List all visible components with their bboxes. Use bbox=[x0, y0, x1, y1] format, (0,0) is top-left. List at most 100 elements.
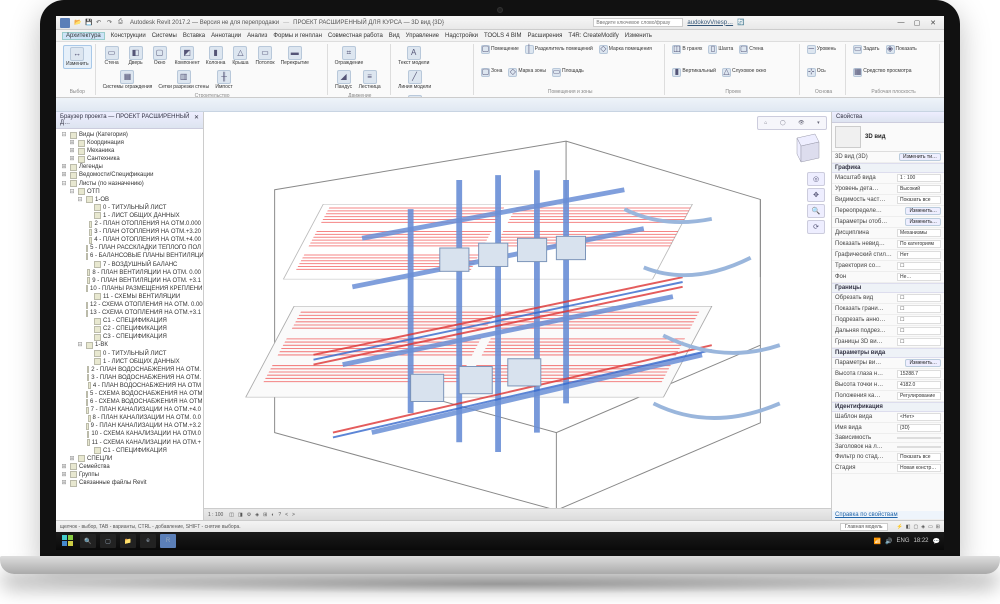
properties-section-header[interactable]: Идентификация bbox=[832, 402, 944, 412]
ribbon-button[interactable]: ↔Изменить bbox=[63, 45, 92, 69]
property-value[interactable]: Регулирование bbox=[897, 392, 941, 400]
ribbon-button[interactable]: ▬Перекрытие bbox=[279, 45, 311, 67]
ribbon-button[interactable]: ▢Окно bbox=[149, 45, 171, 67]
view-control-icon[interactable]: ? bbox=[278, 512, 281, 518]
property-value[interactable]: ☐ bbox=[897, 262, 941, 270]
property-value[interactable]: ☐ bbox=[897, 338, 941, 346]
tree-toggle-icon[interactable]: ⊞ bbox=[68, 155, 76, 163]
ribbon-button[interactable]: ◇Марка помещения bbox=[597, 45, 654, 54]
taskbar-search-icon[interactable]: 🔍 bbox=[80, 534, 96, 548]
ribbon-button[interactable]: ▭Площадь bbox=[550, 68, 586, 77]
tree-node[interactable]: 5 - СХЕМА ВОДОСНАБЖЕНИЯ НА ОТМ bbox=[60, 390, 201, 398]
qat-redo-icon[interactable]: ↷ bbox=[107, 19, 115, 27]
tree-toggle-icon[interactable]: ⊞ bbox=[60, 479, 68, 487]
tree-node[interactable]: ⊞Легенды bbox=[60, 163, 201, 171]
ribbon-button[interactable]: ◩Компонент bbox=[173, 45, 202, 67]
property-value[interactable]: Показать все bbox=[897, 453, 941, 461]
tree-node[interactable]: 6 - БАЛАНСОВЫЕ ПЛАНЫ ВЕНТИЛЯЦИ bbox=[60, 252, 201, 260]
selection-filter-icon[interactable]: ▢ bbox=[913, 524, 918, 530]
ribbon-button[interactable]: ─Уровень bbox=[805, 45, 838, 54]
property-value[interactable]: ☐ bbox=[897, 327, 941, 335]
view-control-icon[interactable]: ⊞ bbox=[263, 512, 267, 518]
ribbon-tab[interactable]: Системы bbox=[152, 33, 177, 39]
tree-node[interactable]: 3 - ПЛАН ВОДОСНАБЖЕНИЯ НА ОТМ. bbox=[60, 374, 201, 382]
ribbon-tab[interactable]: Изменить bbox=[625, 33, 652, 39]
tree-node[interactable]: ⊞Группы bbox=[60, 471, 201, 479]
ribbon-button[interactable]: ⌗Ограждение bbox=[333, 45, 366, 67]
tree-node[interactable]: 7 - ПЛАН КАНАЛИЗАЦИИ НА ОТМ.+4.0 bbox=[60, 406, 201, 414]
selection-filter-icon[interactable]: ▭ bbox=[928, 524, 933, 530]
tree-toggle-icon[interactable]: ⊟ bbox=[76, 196, 84, 204]
properties-type-selector[interactable]: 3D вид bbox=[832, 123, 944, 152]
tree-node[interactable]: ⊞Связанные файлы Revit bbox=[60, 479, 201, 487]
ribbon-tab[interactable]: T4R: CreateModify bbox=[568, 33, 618, 39]
quick-access-toolbar[interactable]: 📂 💾 ↶ ↷ ⎙ bbox=[74, 19, 126, 27]
ribbon-button[interactable]: ◧Дверь bbox=[125, 45, 147, 67]
workset-label[interactable]: Главная модель bbox=[840, 523, 888, 531]
ribbon-button[interactable]: ▭Задать bbox=[851, 45, 881, 54]
tree-node[interactable]: 4 - ПЛАН ВОДОСНАБЖЕНИЯ НА ОТМ bbox=[60, 382, 201, 390]
ribbon-tab[interactable]: Конструкции bbox=[111, 33, 146, 39]
tree-node[interactable]: ⊞Сантехника bbox=[60, 155, 201, 163]
ribbon-button[interactable]: ▮Вертикальный bbox=[670, 68, 718, 77]
tree-toggle-icon[interactable]: ⊟ bbox=[60, 131, 68, 139]
ribbon-button[interactable]: ◇Марка зоны bbox=[506, 68, 548, 77]
tray-lang[interactable]: ENG bbox=[896, 538, 909, 544]
ribbon-button[interactable]: ▦Системы ограждения bbox=[101, 69, 155, 91]
tree-toggle-icon[interactable]: ⊞ bbox=[68, 455, 76, 463]
ribbon-button[interactable]: ▮Колонна bbox=[204, 45, 228, 67]
view-control-icon[interactable]: ◐ bbox=[271, 512, 274, 518]
app-icon[interactable] bbox=[60, 18, 70, 28]
selection-filter-icon[interactable]: ◈ bbox=[921, 524, 925, 530]
tree-node[interactable]: ⊟1-ОВ bbox=[60, 196, 201, 204]
ribbon-button[interactable]: ▭Стена bbox=[101, 45, 123, 67]
ribbon-button[interactable]: ▢Зона bbox=[479, 68, 504, 77]
property-value[interactable]: Новая констр… bbox=[897, 464, 941, 472]
properties-help-link[interactable]: Справка по свойствам bbox=[835, 512, 898, 518]
properties-section-header[interactable]: Параметры вида bbox=[832, 348, 944, 358]
tree-toggle-icon[interactable]: ⊞ bbox=[60, 471, 68, 479]
ribbon-button[interactable]: AТекст модели bbox=[396, 45, 431, 67]
qat-save-icon[interactable]: 💾 bbox=[85, 19, 93, 27]
ribbon-tab[interactable]: Вставка bbox=[183, 33, 205, 39]
tree-node[interactable]: 1 - ЛИСТ ОБЩИХ ДАННЫХ bbox=[60, 212, 201, 220]
property-edit-button[interactable]: Изменить… bbox=[905, 218, 941, 226]
view-control-icon[interactable]: ◨ bbox=[238, 512, 243, 518]
ribbon-button[interactable]: ▢Помещение bbox=[479, 45, 521, 54]
tray-sound-icon[interactable]: 🔊 bbox=[885, 538, 892, 545]
tree-node[interactable]: ⊞СПЕЦЛИ bbox=[60, 455, 201, 463]
tree-node[interactable]: 3 - ПЛАН ОТОПЛЕНИЯ НА ОТМ.+3.20 bbox=[60, 228, 201, 236]
ribbon-tab[interactable]: Формы и генплан bbox=[273, 33, 321, 39]
ribbon-tab[interactable]: Надстройки bbox=[445, 33, 478, 39]
tree-node[interactable]: С3 - СПЕЦИФИКАЦИЯ bbox=[60, 333, 201, 341]
ribbon-button[interactable]: ◢Пандус bbox=[333, 69, 355, 91]
tree-node[interactable]: 2 - ПЛАН ВОДОСНАБЖЕНИЯ НА ОТМ. bbox=[60, 366, 201, 374]
more-icon[interactable]: ▾ bbox=[817, 120, 820, 126]
property-edit-button[interactable]: Изменить… bbox=[905, 359, 941, 367]
property-value[interactable]: ☐ bbox=[897, 305, 941, 313]
tree-node[interactable]: 5 - ПЛАН РАССКЛАДКИ ТЕПЛОГО ПОЛ bbox=[60, 244, 201, 252]
ribbon-tab[interactable]: Расширения bbox=[528, 33, 563, 39]
tree-node[interactable]: 9 - ПЛАН КАНАЛИЗАЦИИ НА ОТМ.+3.2 bbox=[60, 422, 201, 430]
ribbon-tab[interactable]: Аннотации bbox=[211, 33, 241, 39]
tree-node[interactable]: 11 - СХЕМА КАНАЛИЗАЦИИ НА ОТМ.+ bbox=[60, 439, 201, 447]
property-value[interactable]: <Нет> bbox=[897, 413, 941, 421]
property-value[interactable]: Высокий bbox=[897, 185, 941, 193]
taskbar-revit-icon[interactable]: R bbox=[160, 534, 176, 548]
qat-open-icon[interactable]: 📂 bbox=[74, 19, 82, 27]
selection-filter-icon[interactable]: ⊞ bbox=[936, 524, 940, 530]
tree-node[interactable]: 7 - ВОЗДУШНЫЙ БАЛАНС bbox=[60, 261, 201, 269]
property-value[interactable]: 1 : 100 bbox=[897, 174, 941, 182]
tree-node[interactable]: 4 - ПЛАН ОТОПЛЕНИЯ НА ОТМ.+4.00 bbox=[60, 236, 201, 244]
tree-node[interactable]: ⊟Листы (по назначению) bbox=[60, 180, 201, 188]
selection-filter-icon[interactable]: ◧ bbox=[906, 524, 911, 530]
property-value[interactable]: Нет bbox=[897, 251, 941, 259]
qat-undo-icon[interactable]: ↶ bbox=[96, 19, 104, 27]
ribbon-button[interactable]: △Слуховое окно bbox=[720, 68, 768, 77]
family-instance-label[interactable]: 3D вид (3D) bbox=[835, 154, 899, 160]
taskbar-explorer-icon[interactable]: 📁 bbox=[120, 534, 136, 548]
help-search-input[interactable] bbox=[593, 18, 683, 27]
property-value[interactable] bbox=[897, 437, 941, 439]
ribbon-tab[interactable]: Анализ bbox=[247, 33, 267, 39]
ribbon-button[interactable]: ▭Потолок bbox=[253, 45, 276, 67]
